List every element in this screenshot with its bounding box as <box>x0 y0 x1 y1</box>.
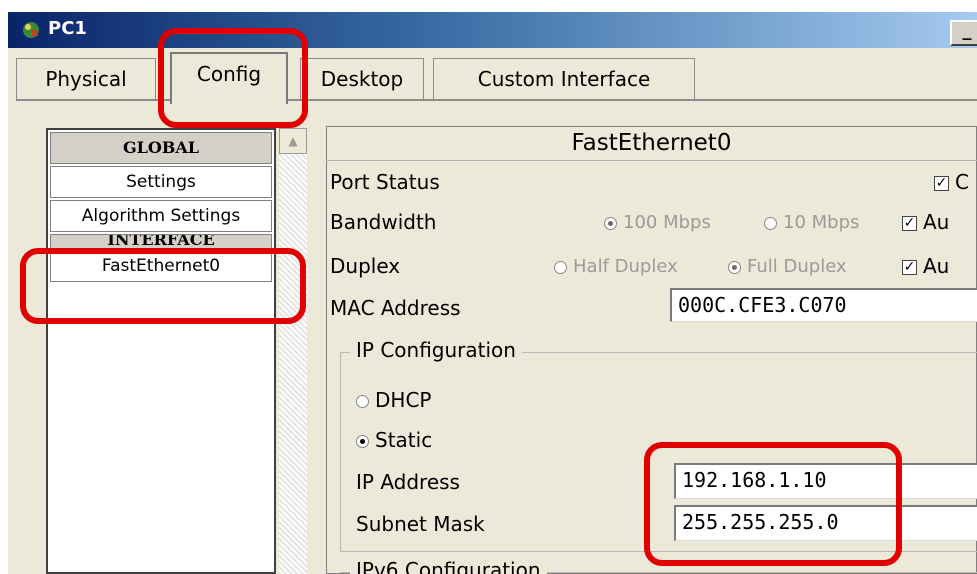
radio-selected-icon <box>604 216 617 230</box>
sidebar-item-algorithm-settings[interactable]: Algorithm Settings <box>50 200 272 232</box>
bandwidth-auto-checkbox[interactable]: ✓ Au <box>902 210 949 234</box>
bandwidth-100-text: 100 Mbps <box>623 212 711 233</box>
title-bar[interactable]: PC1 _ <box>8 12 977 48</box>
panel-title: FastEthernet0 <box>571 130 732 156</box>
static-text: Static <box>375 428 433 452</box>
annotation-fastethernet0 <box>20 248 306 324</box>
port-status-on-checkbox[interactable]: ✓ C <box>934 170 969 194</box>
check-icon: ✓ <box>902 215 917 231</box>
port-status-label: Port Status <box>330 170 440 194</box>
check-icon: ✓ <box>934 175 949 191</box>
sidebar-scrollbar[interactable] <box>279 128 307 574</box>
scroll-up-button[interactable]: ▲ <box>279 128 307 154</box>
duplex-full-text: Full Duplex <box>747 256 847 277</box>
radio-selected-icon <box>728 260 741 274</box>
panel-title-divider <box>326 160 977 161</box>
window-title: PC1 <box>48 18 87 39</box>
pc-icon <box>23 22 39 38</box>
sidebar-item-settings[interactable]: Settings <box>50 166 272 198</box>
bandwidth-10-radio[interactable]: 10 Mbps <box>764 212 859 233</box>
ip-configuration-title: IP Configuration <box>350 338 522 362</box>
sidebar-header-global: GLOBAL <box>50 132 272 164</box>
dhcp-radio[interactable]: DHCP <box>356 388 431 412</box>
sidebar-list: GLOBAL Settings Algorithm Settings INTER… <box>46 128 276 574</box>
ip-address-label: IP Address <box>356 470 460 494</box>
annotation-ip-fields <box>644 442 902 566</box>
radio-icon <box>764 216 777 230</box>
duplex-full-radio[interactable]: Full Duplex <box>728 256 847 277</box>
mac-address-label: MAC Address <box>330 296 461 320</box>
ipv6-configuration-title: IPv6 Configuration <box>350 558 547 574</box>
duplex-auto-text: Au <box>923 254 950 278</box>
tab-custom-interface[interactable]: Custom Interface <box>433 58 695 100</box>
annotation-config-tab <box>158 28 308 128</box>
radio-selected-icon <box>356 435 369 448</box>
mac-address-field[interactable]: 000C.CFE3.C070 <box>670 288 977 322</box>
bandwidth-auto-text: Au <box>923 210 950 234</box>
duplex-label: Duplex <box>330 254 401 278</box>
bandwidth-label: Bandwidth <box>330 210 437 234</box>
subnet-mask-label: Subnet Mask <box>356 512 485 536</box>
bandwidth-10-text: 10 Mbps <box>783 212 860 233</box>
port-status-on-text: C <box>955 170 969 194</box>
duplex-half-radio[interactable]: Half Duplex <box>554 256 678 277</box>
radio-icon <box>554 260 567 274</box>
top-edge <box>0 0 977 12</box>
left-edge <box>0 0 8 574</box>
check-icon: ✓ <box>902 259 917 275</box>
tab-physical[interactable]: Physical <box>16 58 156 100</box>
tab-desktop[interactable]: Desktop <box>300 58 424 100</box>
duplex-auto-checkbox[interactable]: ✓ Au <box>902 254 949 278</box>
minimize-button[interactable]: _ <box>950 20 977 46</box>
bandwidth-100-radio[interactable]: 100 Mbps <box>604 212 711 233</box>
dhcp-text: DHCP <box>375 388 432 412</box>
window: PC1 _ Physical Config Desktop Custom Int… <box>0 0 977 574</box>
radio-icon <box>356 395 369 408</box>
static-radio[interactable]: Static <box>356 428 432 452</box>
duplex-half-text: Half Duplex <box>573 256 678 277</box>
